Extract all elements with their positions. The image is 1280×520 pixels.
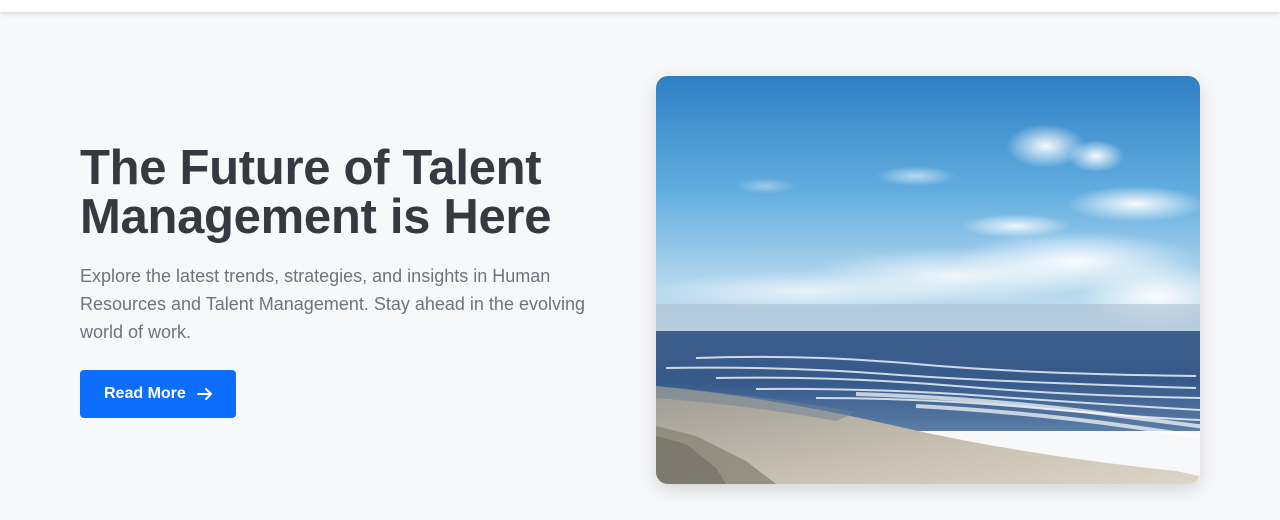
arrow-right-icon [196, 385, 214, 403]
beach-photo [656, 76, 1200, 484]
hero-title: The Future of Talent Management is Here [80, 141, 552, 244]
hero-copy: The Future of Talent Management is Here … [80, 144, 640, 418]
hero-image [656, 76, 1200, 484]
read-more-button[interactable]: Read More [80, 370, 236, 418]
read-more-label: Read More [104, 385, 186, 402]
hero-description: Explore the latest trends, strategies, a… [80, 266, 585, 342]
top-navbar [0, 0, 1280, 12]
hero-section: The Future of Talent Management is Here … [0, 12, 1280, 520]
